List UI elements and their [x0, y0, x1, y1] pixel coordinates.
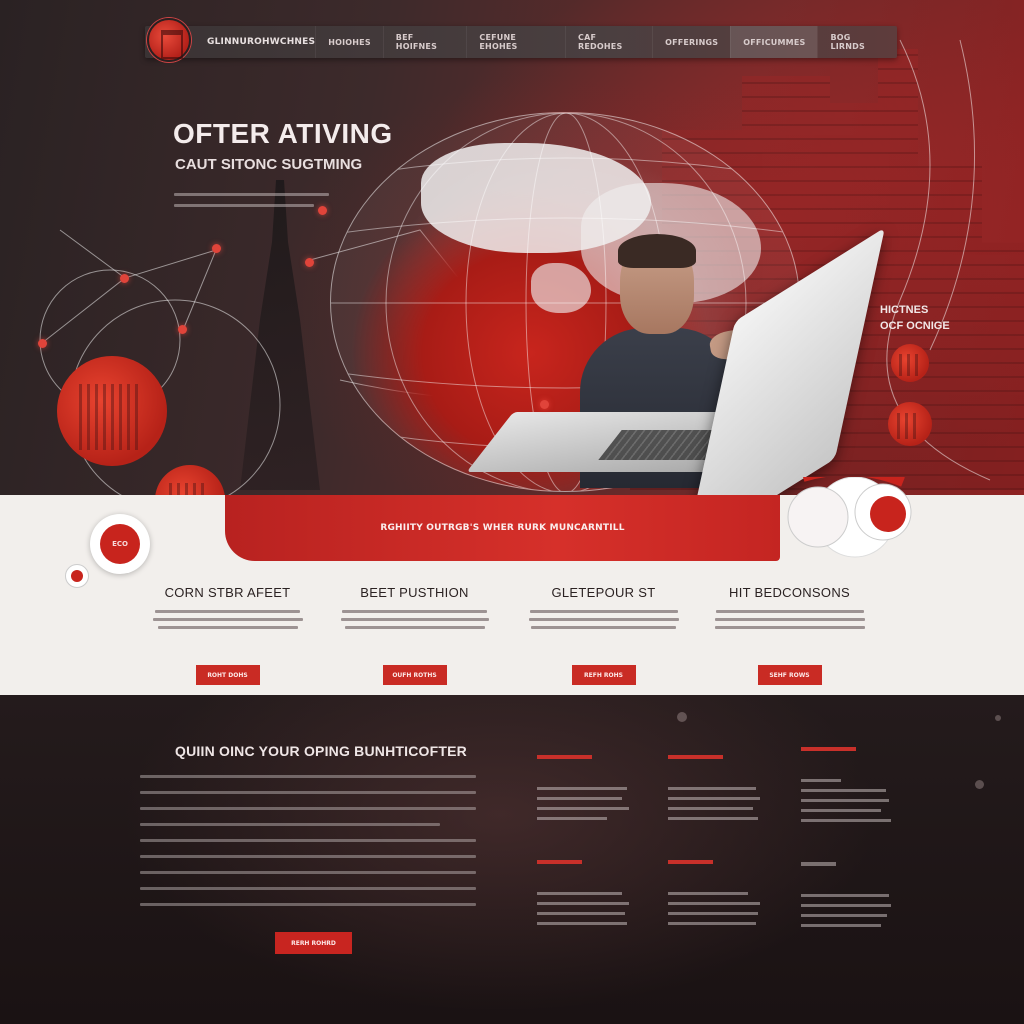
decorative-speck: [995, 715, 1001, 721]
band-badge: ECO: [90, 514, 150, 574]
network-node-dot: [305, 258, 314, 267]
top-navigation: GLINNUROHWCHNES HOIOHES BEF HOIFNES CEFU…: [145, 26, 897, 58]
nav-item-6[interactable]: OFFICUMMES: [730, 26, 818, 58]
city-bubble-image: [888, 402, 932, 446]
nav-item-5[interactable]: OFFERINGS: [652, 26, 730, 58]
bottom-paragraph: [140, 775, 476, 919]
nav-item-4[interactable]: CAF REDOHES: [565, 26, 652, 58]
feature-text: [702, 610, 877, 650]
nav-item-2[interactable]: BEF HOIFNES: [382, 26, 467, 58]
feature-button[interactable]: SEHF ROWS: [757, 665, 822, 685]
bottom-section: QUIIN OINC YOUR OPING BUNHTICOFTER RERH …: [0, 695, 1024, 1024]
nav-item-3[interactable]: CEFUNE EHOHES: [466, 26, 565, 58]
bottom-heading: QUIIN OINC YOUR OPING BUNHTICOFTER: [175, 743, 467, 759]
feature-card-2: BEET PUSTHION OUFH ROTHS: [327, 585, 502, 685]
band-banner-text: RGHIITY OUTRGB'S WHER RURK MUNCARNTILL: [380, 523, 625, 533]
decorative-circles-graphic: [787, 477, 912, 558]
brand-logo[interactable]: [147, 18, 191, 62]
hero-text-line: [174, 193, 329, 196]
network-node-dot: [38, 339, 47, 348]
bottom-cta-button[interactable]: RERH ROHRD: [275, 932, 352, 954]
feature-button[interactable]: ROHT DOHS: [195, 665, 260, 685]
feature-card-1: CORN STBR AFEET ROHT DOHS: [140, 585, 315, 685]
network-node-dot: [212, 244, 221, 253]
info-column-2: [668, 755, 763, 932]
side-label-line-1: HICTNES: [880, 304, 929, 316]
network-node-dot: [178, 325, 187, 334]
feature-title: HIT BEDCONSONS: [729, 585, 850, 600]
info-column-3: [801, 747, 896, 934]
decorative-speck: [975, 780, 984, 789]
band-banner: RGHIITY OUTRGB'S WHER RURK MUNCARNTILL: [225, 495, 780, 561]
side-label: HICTNES OCF OCNIGE: [880, 302, 950, 334]
feature-card-3: GLETEPOUR ST REFH ROHS: [516, 585, 691, 685]
city-bubble-image: [891, 344, 929, 382]
hero-text-line: [174, 204, 314, 207]
info-column-1: [537, 755, 632, 932]
feature-text: [140, 610, 315, 650]
feature-button[interactable]: REFH ROHS: [571, 665, 636, 685]
side-label-line-2: OCF OCNIGE: [880, 320, 950, 332]
nav-item-1[interactable]: HOIOHES: [315, 26, 383, 58]
nav-brand-name[interactable]: GLINNUROHWCHNES: [207, 37, 315, 47]
city-bubble-image: [57, 356, 167, 466]
feature-button[interactable]: OUFH ROTHS: [382, 665, 447, 685]
feature-text: [327, 610, 502, 650]
laptop-image: [466, 227, 890, 495]
network-node-dot: [540, 400, 549, 409]
band-mini-icon: [65, 564, 89, 588]
feature-text: [516, 610, 691, 650]
badge-label: ECO: [100, 524, 140, 564]
network-node-dot: [318, 206, 327, 215]
hero-section: GLINNUROHWCHNES HOIOHES BEF HOIFNES CEFU…: [0, 0, 1024, 495]
feature-title: GLETEPOUR ST: [551, 585, 656, 600]
feature-card-4: HIT BEDCONSONS SEHF ROWS: [702, 585, 877, 685]
feature-title: CORN STBR AFEET: [164, 585, 291, 600]
network-node-dot: [120, 274, 129, 283]
feature-title: BEET PUSTHION: [360, 585, 469, 600]
decorative-speck: [677, 712, 687, 722]
feature-band: RGHIITY OUTRGB'S WHER RURK MUNCARNTILL E…: [0, 477, 1024, 695]
nav-item-7[interactable]: BOG LIRNDS: [817, 26, 897, 58]
